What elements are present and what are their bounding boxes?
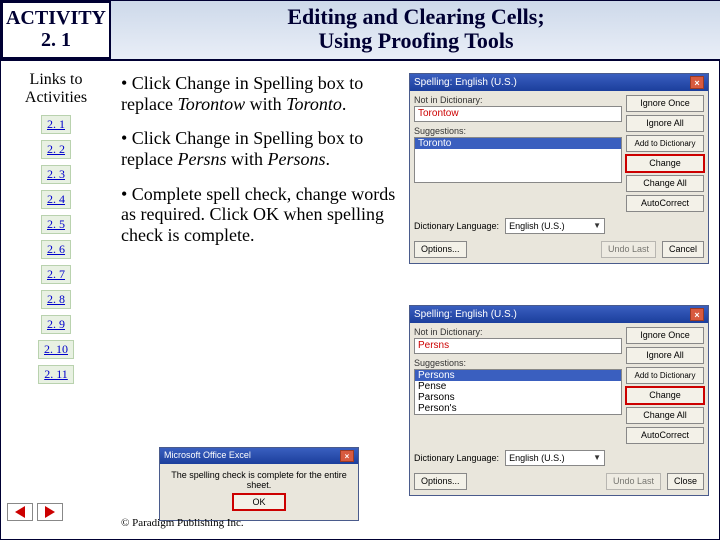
header: ACTIVITY 2. 1 Editing and Clearing Cells… <box>1 1 720 61</box>
dict-lang-label: Dictionary Language: <box>414 221 499 231</box>
ignore-all-button[interactable]: Ignore All <box>626 115 704 132</box>
close-icon[interactable]: × <box>690 308 704 321</box>
suggestions-list[interactable]: Toronto <box>414 137 622 183</box>
autocorrect-button[interactable]: AutoCorrect <box>626 427 704 444</box>
sidebar-link[interactable]: 2. 3 <box>41 165 71 184</box>
change-button[interactable]: Change <box>626 155 704 172</box>
sidebar-link[interactable]: 2. 4 <box>41 190 71 209</box>
body-text: • Click Change in Spelling box to replac… <box>121 73 401 260</box>
dict-lang-select[interactable]: English (U.S.)▼ <box>505 218 605 234</box>
prev-slide-button[interactable] <box>7 503 33 521</box>
options-button[interactable]: Options... <box>414 241 467 258</box>
dict-lang-select[interactable]: English (U.S.)▼ <box>505 450 605 466</box>
activity-number: 2. 1 <box>3 29 109 51</box>
sidebar-link[interactable]: 2. 1 <box>41 115 71 134</box>
chevron-down-icon: ▼ <box>593 219 601 233</box>
ignore-all-button[interactable]: Ignore All <box>626 347 704 364</box>
spelling-dialog-2: Spelling: English (U.S.) × Not in Dictio… <box>409 305 709 496</box>
undo-last-button: Undo Last <box>601 241 656 258</box>
change-all-button[interactable]: Change All <box>626 407 704 424</box>
suggestion-item[interactable]: Persons <box>415 370 621 381</box>
dialog-titlebar[interactable]: Spelling: English (U.S.) × <box>410 306 708 323</box>
suggestions-label: Suggestions: <box>414 126 622 136</box>
suggestion-item[interactable]: Toronto <box>415 138 621 149</box>
dialog-titlebar[interactable]: Spelling: English (U.S.) × <box>410 74 708 91</box>
sidebar-link[interactable]: 2. 7 <box>41 265 71 284</box>
title-line-2: Using Proofing Tools <box>111 29 720 53</box>
sidebar-link[interactable]: 2. 8 <box>41 290 71 309</box>
dialog-titlebar[interactable]: Microsoft Office Excel × <box>160 448 358 464</box>
ignore-once-button[interactable]: Ignore Once <box>626 95 704 112</box>
close-icon[interactable]: × <box>690 76 704 89</box>
slide-nav <box>7 503 63 521</box>
message-text: The spelling check is complete for the e… <box>168 470 350 490</box>
close-button[interactable]: Close <box>667 473 704 490</box>
sidebar-link[interactable]: 2. 11 <box>38 365 74 384</box>
sidebar-link[interactable]: 2. 6 <box>41 240 71 259</box>
autocorrect-button[interactable]: AutoCorrect <box>626 195 704 212</box>
undo-last-button: Undo Last <box>606 473 661 490</box>
dialog-title: Spelling: English (U.S.) <box>414 77 517 88</box>
suggestion-item[interactable]: Pense <box>415 381 621 392</box>
slide: ACTIVITY 2. 1 Editing and Clearing Cells… <box>0 0 720 540</box>
change-all-button[interactable]: Change All <box>626 175 704 192</box>
sidebar: Links to Activities 2. 1 2. 2 2. 3 2. 4 … <box>1 63 111 387</box>
arrow-left-icon <box>15 506 25 518</box>
excel-message-box: Microsoft Office Excel × The spelling ch… <box>159 447 359 521</box>
arrow-right-icon <box>45 506 55 518</box>
not-in-dict-field[interactable]: Torontow <box>414 106 622 122</box>
sidebar-link[interactable]: 2. 2 <box>41 140 71 159</box>
bullet-2: • Click Change in Spelling box to replac… <box>121 128 401 169</box>
spelling-dialog-1: Spelling: English (U.S.) × Not in Dictio… <box>409 73 709 264</box>
activity-badge: ACTIVITY 2. 1 <box>1 1 111 59</box>
add-dictionary-button[interactable]: Add to Dictionary <box>626 135 704 152</box>
not-in-dict-field[interactable]: Persns <box>414 338 622 354</box>
cancel-button[interactable]: Cancel <box>662 241 704 258</box>
sidebar-heading: Links to Activities <box>1 71 111 106</box>
close-icon[interactable]: × <box>340 450 354 462</box>
copyright: © Paradigm Publishing Inc. <box>121 517 244 529</box>
next-slide-button[interactable] <box>37 503 63 521</box>
activity-label: ACTIVITY <box>3 7 109 29</box>
dialog-title: Microsoft Office Excel <box>164 450 251 462</box>
chevron-down-icon: ▼ <box>593 451 601 465</box>
sidebar-link[interactable]: 2. 5 <box>41 215 71 234</box>
suggestions-label: Suggestions: <box>414 358 622 368</box>
bullet-1: • Click Change in Spelling box to replac… <box>121 73 401 114</box>
suggestion-item[interactable]: Person's <box>415 403 621 414</box>
add-dictionary-button[interactable]: Add to Dictionary <box>626 367 704 384</box>
change-button[interactable]: Change <box>626 387 704 404</box>
page-title: Editing and Clearing Cells; Using Proofi… <box>111 1 720 59</box>
dialog-title: Spelling: English (U.S.) <box>414 309 517 320</box>
not-in-dict-label: Not in Dictionary: <box>414 327 622 337</box>
options-button[interactable]: Options... <box>414 473 467 490</box>
bullet-3: • Complete spell check, change words as … <box>121 184 401 246</box>
dict-lang-label: Dictionary Language: <box>414 453 499 463</box>
title-line-1: Editing and Clearing Cells; <box>111 5 720 29</box>
sidebar-link[interactable]: 2. 9 <box>41 315 71 334</box>
ignore-once-button[interactable]: Ignore Once <box>626 327 704 344</box>
ok-button[interactable]: OK <box>233 494 285 510</box>
not-in-dict-label: Not in Dictionary: <box>414 95 622 105</box>
suggestion-item[interactable]: Parsons <box>415 392 621 403</box>
suggestions-list[interactable]: Persons Pense Parsons Person's <box>414 369 622 415</box>
sidebar-link[interactable]: 2. 10 <box>38 340 74 359</box>
